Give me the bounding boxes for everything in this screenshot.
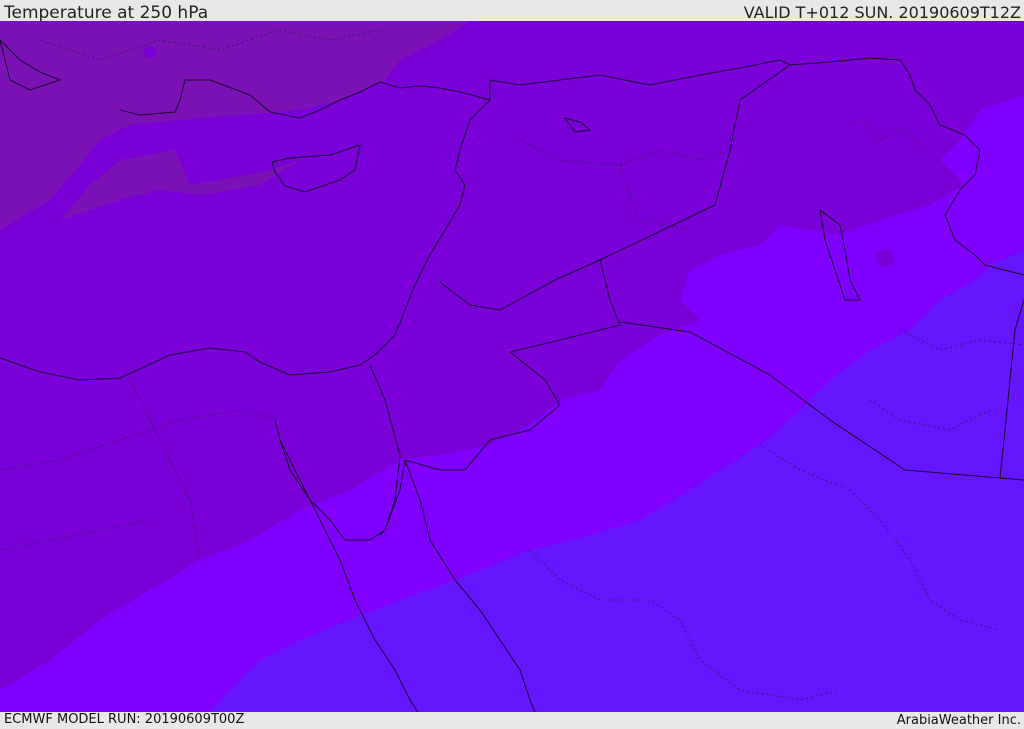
valid-time: VALID T+012 SUN. 20190609T12Z <box>743 3 1021 22</box>
cold-pocket <box>876 249 894 267</box>
header-bar: Temperature at 250 hPa VALID T+012 SUN. … <box>0 0 1024 23</box>
model-run: ECMWF MODEL RUN: 20190609T00Z <box>4 712 245 727</box>
footer-bar: ECMWF MODEL RUN: 20190609T00Z ArabiaWeat… <box>0 712 1024 729</box>
cold-pocket-2 <box>144 46 156 58</box>
map-canvas <box>0 21 1024 712</box>
map-title: Temperature at 250 hPa <box>4 3 209 23</box>
credit: ArabiaWeather Inc. <box>896 713 1021 728</box>
weather-map[interactable] <box>0 21 1024 712</box>
